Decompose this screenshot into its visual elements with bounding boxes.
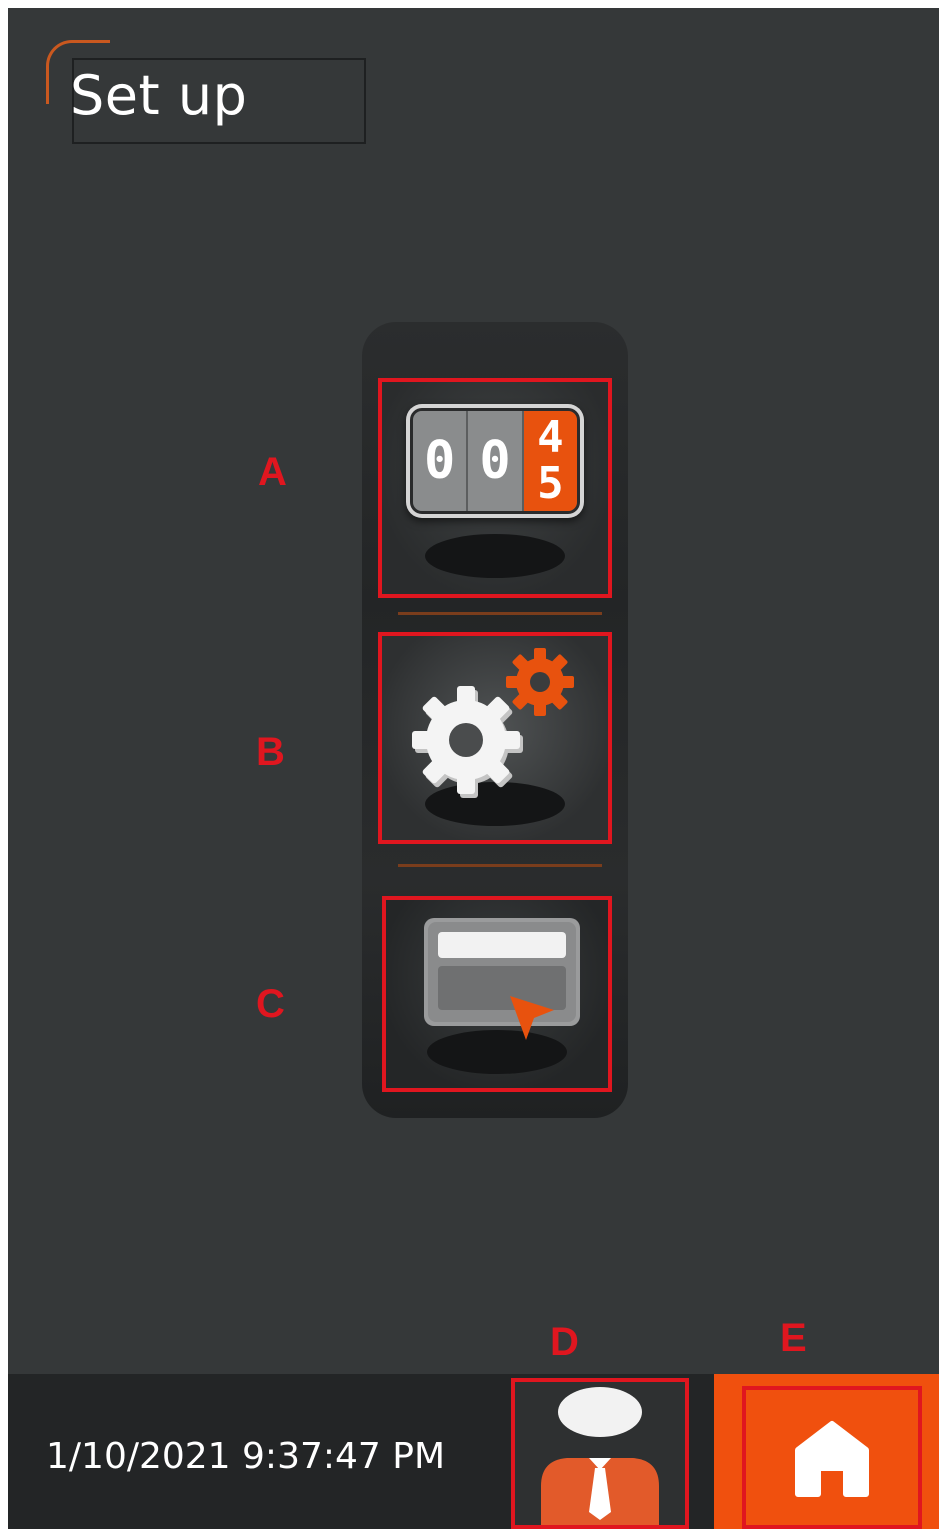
status-bar: 1/10/2021 9:37:47 PM [8,1374,939,1529]
icon-shadow [425,534,565,578]
marker-e: E [780,1316,807,1360]
marker-a: A [258,450,287,494]
setup-screen: Set up A B C 0 0 4 5 D E 1/10/2021 9:37:… [8,8,939,1529]
marker-c: C [256,982,285,1026]
counter-digit: 4 [537,412,564,463]
datetime-display: 1/10/2021 9:37:47 PM [46,1436,446,1477]
menu-divider [398,864,602,867]
counter-digit-rolling: 4 5 [523,411,577,511]
counter-icon: 0 0 4 5 [406,404,584,518]
operator-button[interactable] [511,1378,689,1529]
display-setup-button[interactable] [382,896,612,1092]
setup-menu: 0 0 4 5 [362,322,628,1118]
counter-setup-button[interactable]: 0 0 4 5 [378,378,612,598]
marker-b: B [256,730,285,774]
counter-digit: 5 [537,458,564,509]
settings-button[interactable] [378,632,612,844]
home-button[interactable] [742,1386,922,1529]
counter-digit: 0 [468,411,524,511]
display-cursor-icon [424,918,580,1040]
home-icon [795,1421,869,1497]
operator-icon [541,1387,659,1525]
page-title: Set up [70,64,248,127]
marker-d: D [550,1320,579,1364]
counter-digit: 0 [413,411,469,511]
gears-icon [412,648,574,798]
home-panel [714,1374,939,1529]
menu-divider [398,612,602,615]
